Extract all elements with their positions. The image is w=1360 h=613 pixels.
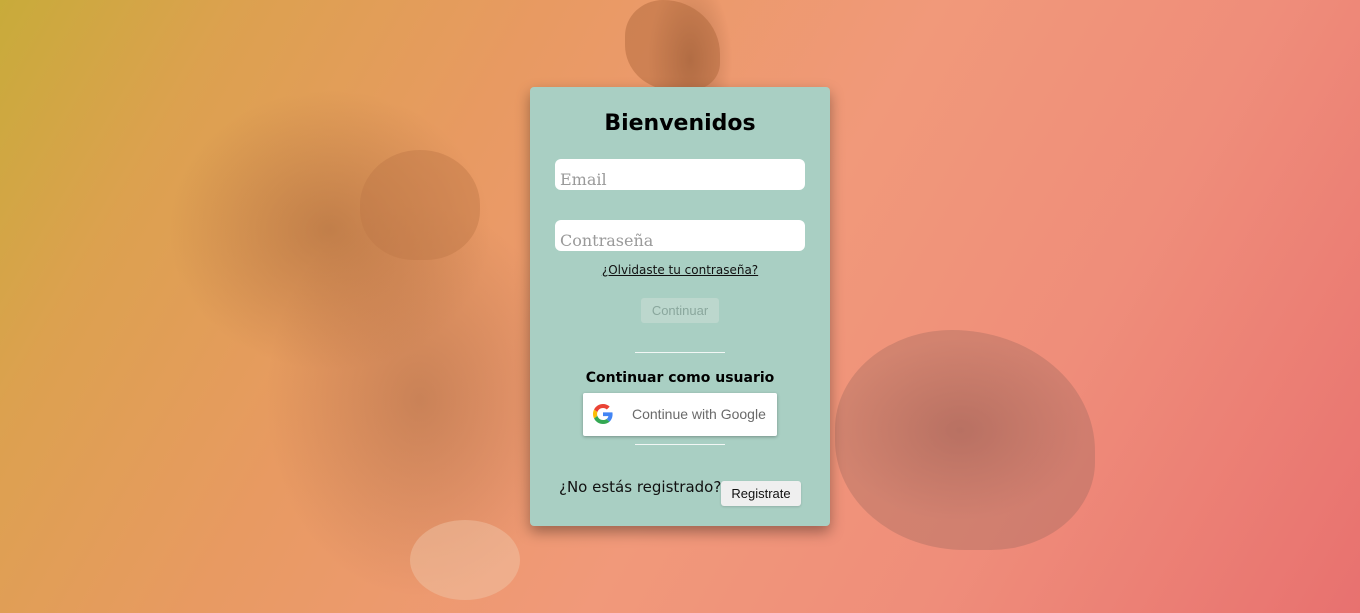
register-button[interactable]: Registrate bbox=[721, 481, 801, 506]
divider bbox=[635, 444, 725, 445]
google-icon bbox=[593, 404, 613, 424]
google-signin-label: Continue with Google bbox=[632, 406, 766, 422]
page-title: Bienvenidos bbox=[604, 111, 756, 136]
background-dog-paw bbox=[410, 520, 520, 600]
password-field[interactable] bbox=[555, 220, 805, 251]
continue-button[interactable]: Continuar bbox=[641, 298, 719, 323]
email-field[interactable] bbox=[555, 159, 805, 190]
login-card: Bienvenidos ¿Olvidaste tu contraseña? Co… bbox=[530, 87, 830, 526]
google-signin-button[interactable]: Continue with Google bbox=[583, 393, 777, 436]
divider bbox=[635, 352, 725, 353]
not-registered-text: ¿No estás registrado? bbox=[559, 478, 722, 496]
guest-section-label: Continuar como usuario bbox=[585, 370, 775, 386]
background-dog-ear bbox=[360, 150, 480, 260]
forgot-password-link[interactable]: ¿Olvidaste tu contraseña? bbox=[530, 263, 830, 277]
